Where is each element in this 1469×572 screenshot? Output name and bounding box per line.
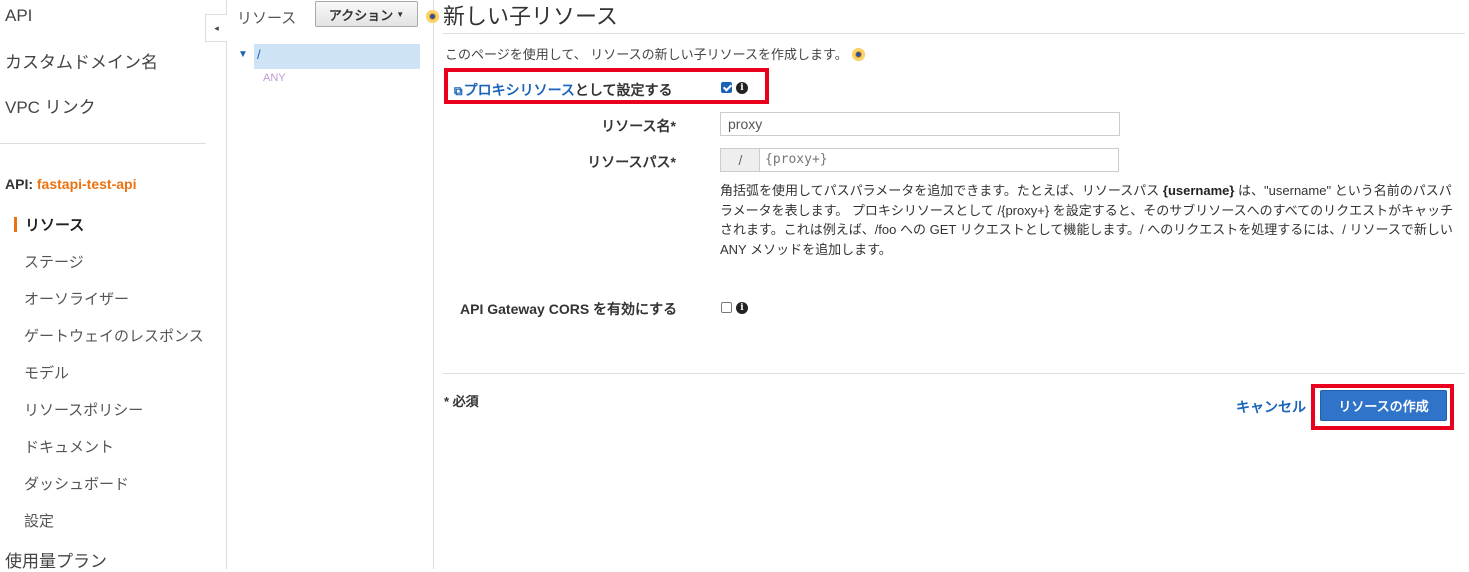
footer-divider: [443, 373, 1465, 374]
proxy-resource-checkbox[interactable]: [721, 82, 732, 93]
nav-item-resource-policy[interactable]: リソースポリシー: [24, 399, 143, 420]
cors-label: API Gateway CORS を有効にする: [460, 301, 678, 317]
resource-path-input[interactable]: {proxy+}: [759, 148, 1119, 172]
nav-item-stages[interactable]: ステージ: [24, 251, 84, 272]
nav-api-header: API: fastapi-test-api: [5, 176, 136, 192]
nav-item-api[interactable]: API: [5, 6, 32, 26]
tree-row-root[interactable]: [254, 44, 420, 69]
proxy-resource-link[interactable]: プロキシリソース: [464, 82, 575, 98]
nav-item-dashboard[interactable]: ダッシュボード: [24, 473, 129, 494]
info-icon[interactable]: i: [736, 302, 748, 314]
title-divider: [443, 33, 1465, 34]
nav-api-prefix: API:: [5, 176, 33, 192]
resource-path-prefix: /: [720, 148, 760, 172]
page-description: このページを使用して、 リソースの新しい子リソースを作成します。: [445, 44, 865, 63]
resource-name-input[interactable]: proxy: [720, 112, 1120, 136]
nav-item-vpc-link[interactable]: VPC リンク: [5, 93, 96, 118]
nav-item-models[interactable]: モデル: [24, 362, 69, 383]
nav-item-authorizers[interactable]: オーソライザー: [24, 288, 129, 309]
nav-item-documentation[interactable]: ドキュメント: [24, 436, 114, 457]
main-content: 新しい子リソース このページを使用して、 リソースの新しい子リソースを作成します…: [426, 0, 1469, 569]
caret-down-icon: ▼: [396, 9, 405, 19]
resource-path-help-text: 角括弧を使用してパスパラメータを追加できます。たとえば、リソースパス {user…: [720, 181, 1460, 259]
help-icon[interactable]: [851, 48, 865, 61]
active-indicator: [14, 217, 17, 232]
nav-divider: [0, 143, 206, 144]
tree-method-any[interactable]: ANY: [263, 72, 286, 84]
resource-path-label: リソースパス*: [587, 154, 676, 170]
left-navigation: API カスタムドメイン名 VPC リンク API: fastapi-test-…: [0, 0, 227, 572]
tree-root-label[interactable]: /: [257, 47, 261, 62]
nav-item-label: リソース: [25, 217, 85, 234]
nav-item-settings[interactable]: 設定: [24, 510, 54, 531]
cors-checkbox[interactable]: [721, 302, 732, 313]
info-icon[interactable]: i: [736, 82, 748, 94]
required-note: * 必須: [444, 394, 479, 409]
nav-api-name[interactable]: fastapi-test-api: [37, 176, 137, 192]
cancel-button[interactable]: キャンセル: [1236, 397, 1306, 417]
nav-item-gateway-responses[interactable]: ゲートウェイのレスポンス: [24, 325, 204, 346]
external-link-icon: ⧉: [454, 84, 463, 98]
create-resource-button[interactable]: リソースの作成: [1320, 390, 1447, 421]
nav-item-usage-plans[interactable]: 使用量プラン: [5, 547, 107, 572]
resource-tree-title: リソース: [237, 10, 297, 27]
tree-expand-icon[interactable]: ▼: [238, 49, 248, 60]
nav-item-custom-domain[interactable]: カスタムドメイン名: [5, 48, 158, 73]
proxy-resource-suffix: として設定する: [574, 82, 673, 98]
proxy-resource-label: ⧉プロキシリソースとして設定する: [454, 80, 672, 100]
help-text-username: {username}: [1162, 183, 1235, 198]
actions-label: アクション: [328, 7, 394, 23]
help-text-part-1: 角括弧を使用してパスパラメータを追加できます。たとえば、リソースパス: [720, 183, 1163, 198]
resource-tree-panel: リソース アクション ▼ ▼ / ANY: [226, 0, 434, 569]
collapse-nav-icon[interactable]: ◂: [205, 14, 227, 42]
nav-item-resources[interactable]: リソース: [14, 214, 84, 235]
help-icon[interactable]: [426, 10, 439, 23]
resource-name-label: リソース名*: [601, 118, 676, 134]
page-title: 新しい子リソース: [443, 4, 618, 29]
description-text: このページを使用して、 リソースの新しい子リソースを作成します。: [445, 47, 848, 62]
actions-dropdown-button[interactable]: アクション ▼: [315, 1, 418, 27]
